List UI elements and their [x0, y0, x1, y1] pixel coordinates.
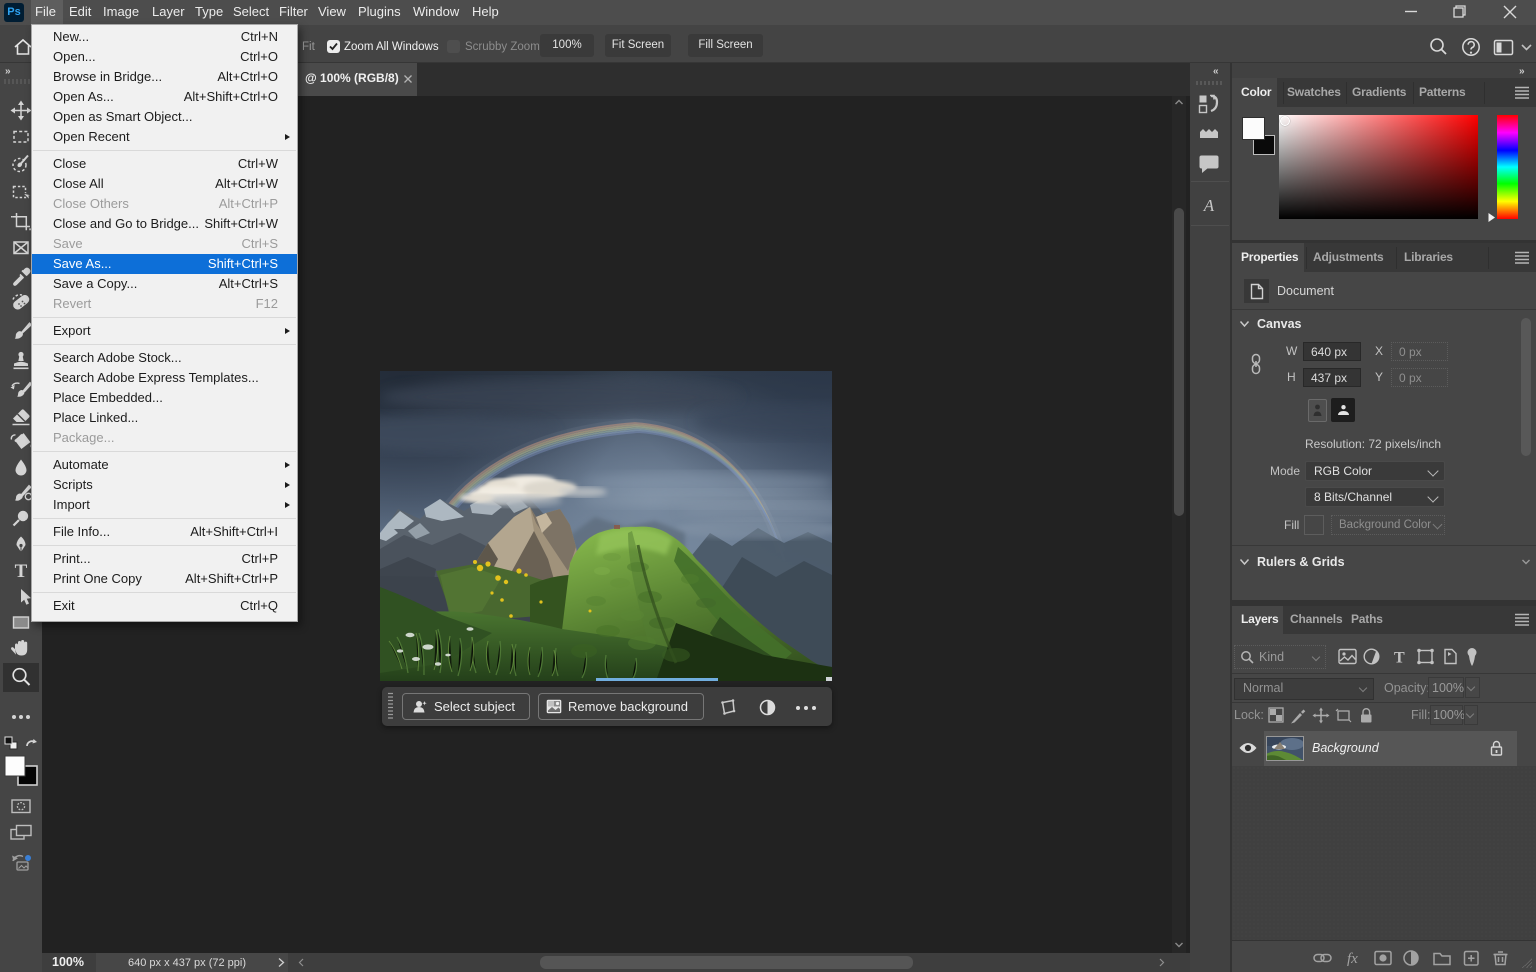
svg-text:T: T [1394, 650, 1405, 667]
svg-text:A: A [1203, 196, 1215, 215]
svg-text:fx: fx [1347, 951, 1358, 967]
svg-text:T: T [15, 561, 28, 582]
